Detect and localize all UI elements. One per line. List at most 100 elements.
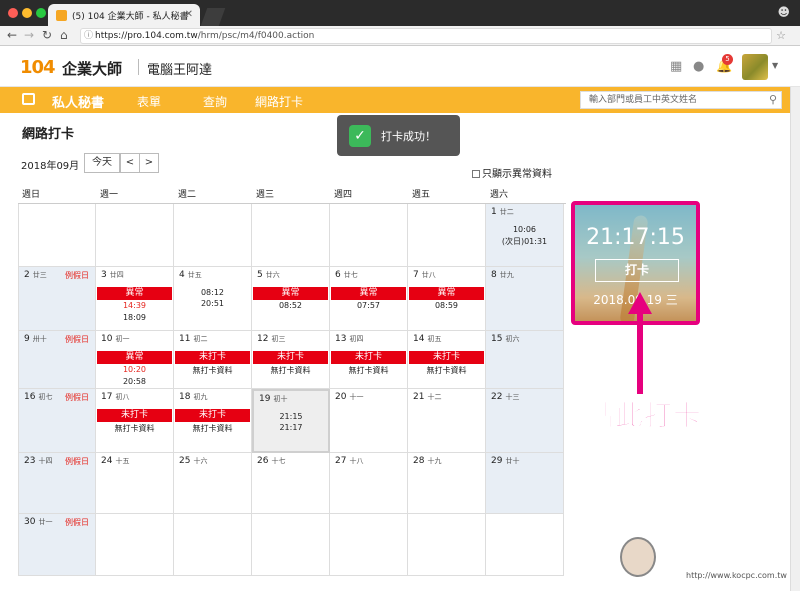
bookmark-star-icon[interactable]: ☆: [776, 29, 786, 42]
arrow-up-icon: [628, 292, 652, 394]
calendar-day[interactable]: 7 廿八 異常 08:59: [408, 267, 486, 331]
attendance-status-badge[interactable]: 未打卡: [97, 409, 172, 422]
day-number: 1 廿二: [491, 207, 514, 217]
punch-time: 08:52: [278, 301, 303, 310]
menu-item-forms[interactable]: 表單: [137, 93, 161, 110]
calendar-day[interactable]: 30 廿一 例假日: [18, 514, 96, 576]
weekday-label: 週一: [100, 190, 119, 200]
day-number: 27 十八: [335, 456, 364, 466]
attendance-status-badge[interactable]: 異常: [409, 287, 484, 300]
browser-tab[interactable]: (5) 104 企業大師 - 私人秘書 ✕: [48, 4, 200, 26]
attendance-status-badge[interactable]: 異常: [331, 287, 406, 300]
calendar-day[interactable]: 8 廿九: [486, 267, 564, 331]
logo-104[interactable]: 104: [20, 57, 56, 78]
chevron-down-icon[interactable]: ▼: [772, 61, 778, 70]
calendar-day[interactable]: 11 初二 未打卡 無打卡資料: [174, 331, 252, 389]
calendar-day[interactable]: 26 十七: [252, 453, 330, 514]
reload-icon[interactable]: ↻: [42, 28, 52, 42]
today-button[interactable]: 今天: [84, 153, 120, 173]
menu-item-secretary[interactable]: 私人秘書: [52, 92, 104, 111]
day-number: 26 十七: [257, 456, 286, 466]
day-number: 25 十六: [179, 456, 208, 466]
calendar-day[interactable]: 29 廿十: [486, 453, 564, 514]
lunar-date: 十三: [505, 393, 520, 401]
day-number: 16 初七: [24, 392, 53, 402]
calendar-day: [486, 514, 564, 576]
calendar-week-row: 30 廿一 例假日: [18, 514, 566, 576]
next-month-button[interactable]: >: [139, 153, 159, 173]
calendar-day[interactable]: 13 初四 未打卡 無打卡資料: [330, 331, 408, 389]
back-icon[interactable]: ←: [7, 28, 17, 42]
calendar-day[interactable]: 27 十八: [330, 453, 408, 514]
lunar-date: 初七: [38, 393, 53, 401]
forward-icon[interactable]: →: [24, 28, 34, 42]
checkbox[interactable]: [472, 170, 480, 178]
window-close-button[interactable]: [8, 8, 18, 18]
attendance-status-badge[interactable]: 未打卡: [175, 409, 250, 422]
calendar-day[interactable]: 21 十二: [408, 389, 486, 453]
calendar-day[interactable]: 4 廿五 08:12 20:51: [174, 267, 252, 331]
lunar-date: 十一: [349, 393, 364, 401]
avatar[interactable]: [742, 54, 768, 80]
day-number: 23 十四: [24, 456, 53, 466]
holiday-label: 例假日: [65, 457, 89, 466]
attendance-status-badge[interactable]: 未打卡: [253, 351, 328, 364]
calendar-day[interactable]: 17 初八 未打卡 無打卡資料: [96, 389, 174, 453]
calendar-day[interactable]: 16 初七 例假日: [18, 389, 96, 453]
attendance-status-badge[interactable]: 未打卡: [331, 351, 406, 364]
calendar-day-today[interactable]: 19 初十 21:15 21:17: [252, 389, 330, 453]
calendar-day[interactable]: 22 十三: [486, 389, 564, 453]
holiday-label: 例假日: [65, 271, 89, 280]
calendar-day[interactable]: 28 十九: [408, 453, 486, 514]
prev-month-button[interactable]: <: [120, 153, 140, 173]
window-zoom-button[interactable]: [36, 8, 46, 18]
lunar-date: 初二: [193, 335, 208, 343]
calendar-day[interactable]: 25 十六: [174, 453, 252, 514]
punch-time: 08:12: [200, 288, 225, 297]
calendar-day[interactable]: 23 十四 例假日: [18, 453, 96, 514]
calendar-day[interactable]: 6 廿七 異常 07:57: [330, 267, 408, 331]
punch-button[interactable]: 打卡: [595, 259, 679, 282]
scrollbar[interactable]: [790, 87, 800, 591]
calendar-day[interactable]: 14 初五 未打卡 無打卡資料: [408, 331, 486, 389]
day-number: 30 廿一: [24, 517, 53, 527]
attendance-status-badge[interactable]: 未打卡: [175, 351, 250, 364]
incognito-icon: ☻: [777, 5, 790, 19]
menu-item-query[interactable]: 查詢: [203, 93, 227, 110]
lunar-date: 十七: [271, 457, 286, 465]
window-minimize-button[interactable]: [22, 8, 32, 18]
punch-time: 07:57: [356, 301, 381, 310]
url-input[interactable]: ⓘ https://pro.104.com.tw/hrm/psc/m4/f040…: [80, 28, 772, 44]
new-tab-button[interactable]: [200, 8, 226, 26]
calendar-day[interactable]: 15 初六: [486, 331, 564, 389]
menu-item-online-punch[interactable]: 網路打卡: [255, 93, 303, 110]
tab-close-icon[interactable]: ✕: [185, 9, 193, 20]
calendar-day[interactable]: 24 十五: [96, 453, 174, 514]
employee-search-input[interactable]: 輸入部門或員工中英文姓名 ⚲: [580, 91, 782, 109]
chat-icon[interactable]: ●: [693, 59, 704, 74]
calendar-day[interactable]: 5 廿六 異常 08:52: [252, 267, 330, 331]
calendar-day[interactable]: 9 卅十 例假日: [18, 331, 96, 389]
only-abnormal-toggle[interactable]: 只顯示異常資料: [472, 165, 552, 180]
attendance-status-badge[interactable]: 異常: [97, 351, 172, 364]
calendar-day[interactable]: 10 初一 異常 10:20 20:58: [96, 331, 174, 389]
calendar-day[interactable]: 1 廿二 10:06 (次日)01:31: [486, 204, 564, 267]
url-path: /hrm/psc/m4/f0400.action: [197, 31, 315, 41]
calendar-day[interactable]: 2 廿三 例假日: [18, 267, 96, 331]
calendar-day[interactable]: 3 廿四 異常 14:39 18:09: [96, 267, 174, 331]
calendar-day[interactable]: 20 十一: [330, 389, 408, 453]
search-icon[interactable]: ⚲: [769, 92, 777, 108]
home-icon[interactable]: ⌂: [60, 28, 68, 42]
calendar-day[interactable]: 18 初九 未打卡 無打卡資料: [174, 389, 252, 453]
attendance-status-badge[interactable]: 未打卡: [409, 351, 484, 364]
calendar-day[interactable]: 12 初三 未打卡 無打卡資料: [252, 331, 330, 389]
day-number: 12 初三: [257, 334, 286, 344]
clock-time: 21:17:15: [586, 225, 685, 250]
lunar-date: 十五: [115, 457, 130, 465]
app-header: 104 企業大師 電腦王阿達 ▦ ● 🔔 5 ▼: [0, 47, 800, 87]
attendance-status-badge[interactable]: 異常: [253, 287, 328, 300]
lunar-date: 廿四: [109, 271, 124, 279]
apps-grid-icon[interactable]: ▦: [670, 59, 682, 74]
lunar-date: 廿九: [499, 271, 514, 279]
attendance-status-badge[interactable]: 異常: [97, 287, 172, 300]
